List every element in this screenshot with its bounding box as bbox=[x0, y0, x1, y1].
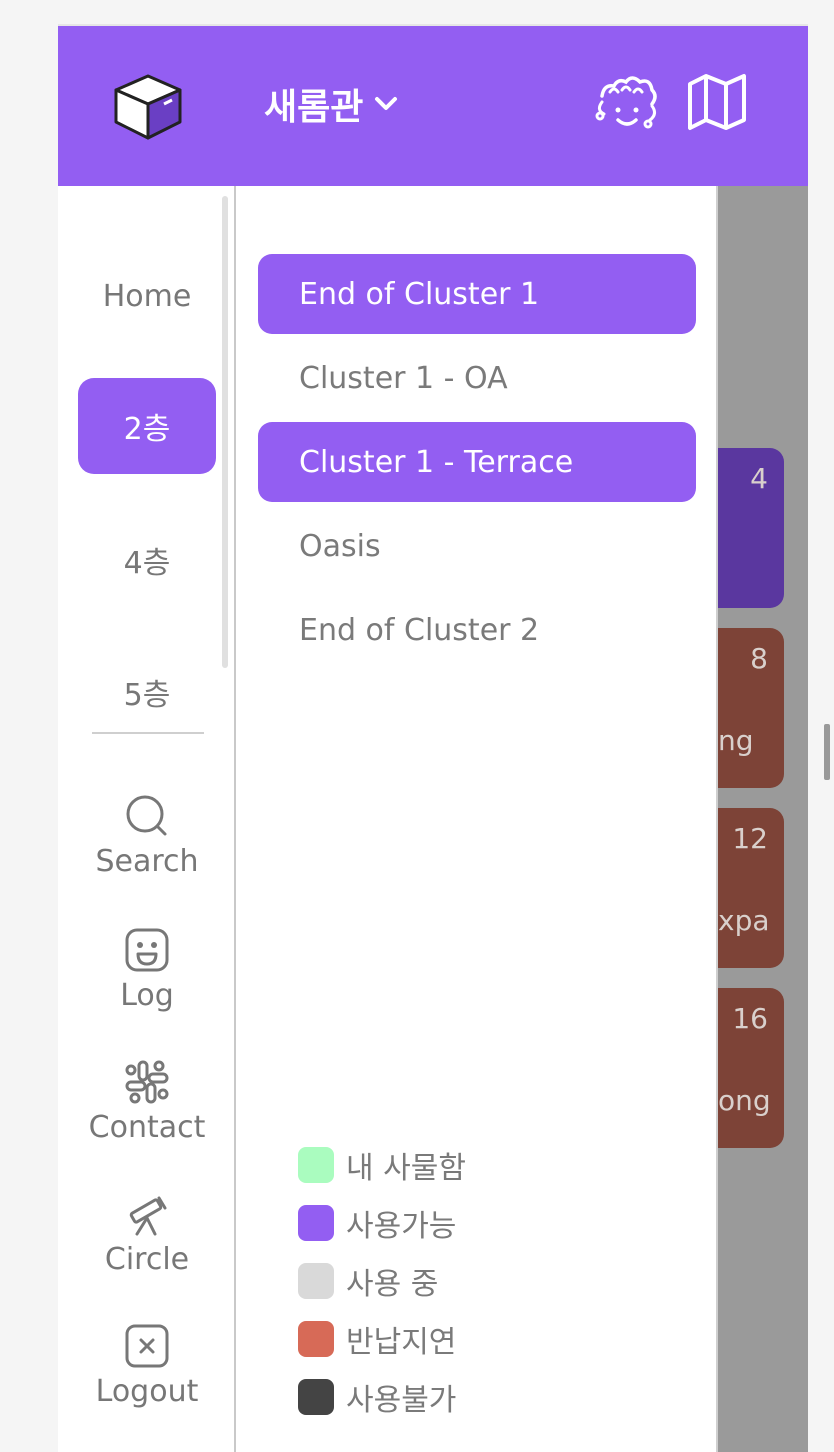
cluster-panel: End of Cluster 1 Cluster 1 - OA Cluster … bbox=[238, 186, 716, 1452]
dim-overlay[interactable]: 4 8 ng 12 xpa 16 ong bbox=[716, 186, 808, 1452]
rail-scrollbar[interactable] bbox=[222, 196, 228, 668]
legend-swatch bbox=[298, 1321, 334, 1357]
legend-label: 내 사물함 bbox=[346, 1151, 466, 1186]
floor-4[interactable]: 4층 bbox=[78, 512, 216, 608]
floor-label: Home bbox=[102, 278, 192, 314]
legend-label: 사용불가 bbox=[346, 1383, 457, 1418]
locker-user: ng bbox=[718, 724, 754, 757]
contact-label: Contact bbox=[88, 1110, 206, 1145]
building-name: 새롬관 bbox=[264, 87, 364, 128]
floor-5[interactable]: 5층 bbox=[78, 644, 216, 740]
legend-swatch bbox=[298, 1147, 334, 1183]
circle-label: Circle bbox=[104, 1242, 190, 1277]
search-icon bbox=[126, 795, 167, 836]
rail-divider bbox=[92, 732, 204, 734]
app-header: 새롬관 bbox=[58, 26, 808, 186]
cluster-label: End of Cluster 1 bbox=[299, 276, 540, 312]
legend-label: 사용가능 bbox=[346, 1209, 457, 1244]
logout-button[interactable]: Logout bbox=[58, 1322, 236, 1409]
floor-2[interactable]: 2층 bbox=[78, 378, 216, 474]
legend-label: 반납지연 bbox=[346, 1325, 457, 1360]
legend-item: 내 사물함 bbox=[298, 1136, 466, 1194]
cluster-label: End of Cluster 2 bbox=[299, 612, 540, 648]
page-scroll-handle[interactable] bbox=[824, 724, 830, 780]
circle-button[interactable]: Circle bbox=[58, 1190, 236, 1277]
smiley-icon bbox=[125, 928, 169, 972]
floor-home[interactable]: Home bbox=[78, 248, 216, 344]
cluster-item-cluster-1-oa[interactable]: Cluster 1 - OA bbox=[258, 338, 696, 418]
floor-label: 4층 bbox=[123, 546, 171, 581]
app-window: 새롬관 Home 2층 4층 5층 Search Log Contact Cir… bbox=[58, 26, 808, 1452]
cluster-label: Oasis bbox=[299, 528, 381, 564]
locker-card[interactable]: 8 ng bbox=[718, 628, 784, 788]
floor-label: 2층 bbox=[123, 412, 171, 447]
close-box-icon bbox=[125, 1324, 169, 1368]
contact-button[interactable]: Contact bbox=[58, 1058, 236, 1145]
locker-number: 12 bbox=[732, 822, 768, 855]
cluster-item-end-of-cluster-1[interactable]: End of Cluster 1 bbox=[258, 254, 696, 334]
logout-label: Logout bbox=[95, 1374, 199, 1409]
legend-item: 사용불가 bbox=[298, 1368, 466, 1426]
legend-label: 사용 중 bbox=[346, 1267, 439, 1302]
cluster-item-end-of-cluster-2[interactable]: End of Cluster 2 bbox=[258, 590, 696, 670]
legend-item: 사용가능 bbox=[298, 1194, 466, 1252]
legend-swatch bbox=[298, 1263, 334, 1299]
legend-item: 반납지연 bbox=[298, 1310, 466, 1368]
chevron-down-icon bbox=[375, 97, 398, 110]
slack-icon bbox=[125, 1060, 169, 1104]
locker-card[interactable]: 4 bbox=[718, 448, 784, 608]
map-icon[interactable] bbox=[684, 72, 750, 132]
locker-number: 16 bbox=[732, 1002, 768, 1035]
locker-user: ong bbox=[718, 1084, 771, 1117]
friends-icon[interactable] bbox=[592, 72, 662, 138]
cluster-item-oasis[interactable]: Oasis bbox=[258, 506, 696, 586]
log-label: Log bbox=[120, 978, 174, 1013]
locker-number: 8 bbox=[750, 642, 768, 675]
log-button[interactable]: Log bbox=[58, 926, 236, 1013]
search-button[interactable]: Search bbox=[58, 792, 236, 879]
locker-card[interactable]: 12 xpa bbox=[718, 808, 784, 968]
locker-user: xpa bbox=[718, 904, 770, 937]
status-legend: 내 사물함 사용가능 사용 중 반납지연 사용불가 bbox=[298, 1136, 466, 1426]
locker-card[interactable]: 16 ong bbox=[718, 988, 784, 1148]
legend-item: 사용 중 bbox=[298, 1252, 466, 1310]
floor-rail: Home 2층 4층 5층 Search Log Contact Circle … bbox=[58, 186, 236, 1452]
cluster-label: Cluster 1 - Terrace bbox=[299, 444, 574, 480]
search-label: Search bbox=[95, 844, 199, 879]
floor-label: 5층 bbox=[123, 678, 171, 713]
locker-number: 4 bbox=[750, 462, 768, 495]
cluster-label: Cluster 1 - OA bbox=[299, 360, 508, 396]
building-selector[interactable]: 새롬관 bbox=[264, 76, 399, 132]
telescope-icon bbox=[129, 1196, 167, 1236]
cluster-item-cluster-1-terrace[interactable]: Cluster 1 - Terrace bbox=[258, 422, 696, 502]
legend-swatch bbox=[298, 1205, 334, 1241]
legend-swatch bbox=[298, 1379, 334, 1415]
box-logo-icon[interactable] bbox=[110, 70, 186, 142]
